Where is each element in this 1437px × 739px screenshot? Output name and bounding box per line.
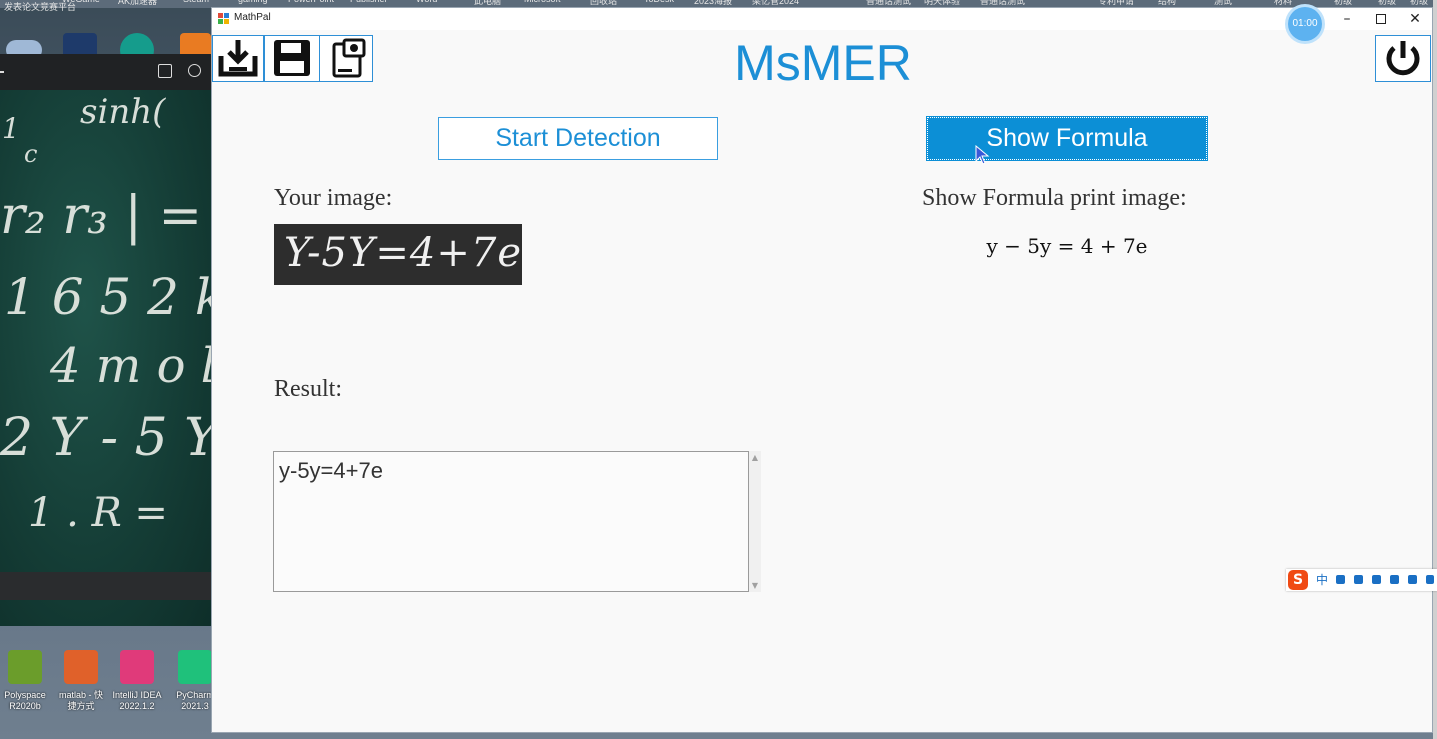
photo-viewer-window[interactable]: sinh( 1 c r₂ r₃ | = 1 6 5 2 k 4 m o l 2 Y - 5 … — [0, 54, 211, 626]
chalk-writing: c — [24, 140, 38, 168]
desktop-top-label[interactable]: 2023海报 — [694, 0, 732, 7]
app-heading: MsMER — [734, 35, 912, 91]
desktop-icon-label: IntelliJ IDEA 2022.1.2 — [112, 690, 162, 711]
result-text: y-5y=4+7e — [279, 458, 383, 483]
ime-more-icon[interactable] — [1426, 575, 1434, 584]
ime-skin-icon[interactable] — [1390, 575, 1399, 584]
desktop-top-label[interactable]: Steam — [183, 0, 209, 4]
chalk-writing: 2 Y - 5 Y = — [0, 408, 211, 468]
window-title: MathPal — [234, 12, 271, 23]
ime-punct-icon[interactable] — [1336, 575, 1345, 584]
mathpal-app-icon — [218, 13, 229, 24]
chalk-writing: 1 — [2, 112, 20, 145]
ime-toolbox-icon[interactable] — [1408, 575, 1417, 584]
ime-mic-icon[interactable] — [1354, 575, 1363, 584]
desktop-top-label[interactable]: AK加速器 — [118, 0, 157, 7]
desktop-top-label[interactable]: Publisher — [350, 0, 388, 4]
chalk-writing: r₂ r₃ | = — [0, 186, 203, 246]
desktop-right-edge — [1433, 0, 1437, 739]
power-button[interactable] — [1375, 35, 1431, 82]
polyspace-icon[interactable] — [8, 650, 42, 684]
result-textarea[interactable]: y-5y=4+7e — [273, 451, 749, 592]
desktop-top-label[interactable]: 测试 — [1214, 0, 1232, 7]
desktop-icon-label: matlab - 快捷方式 — [58, 690, 103, 711]
desktop-top-label[interactable]: 此电脑 — [474, 0, 501, 7]
desktop-top-label[interactable]: gaming — [238, 0, 268, 4]
desktop-top-label[interactable]: Word — [416, 0, 437, 4]
chalk-writing: 1 . R = — [28, 490, 168, 536]
desktop-top-label[interactable]: 明天体验 — [924, 0, 960, 7]
photo-viewer-toolbar — [0, 54, 211, 90]
desktop-top-label[interactable]: 初级 — [1334, 0, 1352, 7]
result-scrollbar[interactable]: ▲ ▼ — [749, 451, 761, 592]
desktop-top-label[interactable]: 普通话测试 — [866, 0, 911, 7]
scroll-up-icon[interactable]: ▲ — [749, 453, 761, 462]
minimize-icon: – — [1343, 11, 1351, 27]
ime-chinese-mode[interactable]: 中 — [1316, 571, 1328, 588]
ime-toolbar[interactable]: S 中 — [1286, 569, 1437, 591]
bar-dash-icon — [0, 71, 4, 73]
power-icon — [1386, 41, 1420, 76]
close-button[interactable]: ✕ — [1398, 8, 1432, 30]
desktop-top-label[interactable]: 专利申请 — [1098, 0, 1134, 7]
window-titlebar: MathPal – ✕ — [212, 8, 1432, 30]
close-icon: ✕ — [1409, 11, 1421, 27]
desktop-top-label[interactable]: 普通话测试 — [980, 0, 1025, 7]
mathpal-window: MathPal – ✕ MsMER Start Detection Show F… — [211, 7, 1433, 733]
ime-keyboard-icon[interactable] — [1372, 575, 1381, 584]
maximize-icon — [1376, 14, 1386, 24]
desktop-top-label[interactable]: ToDesk — [644, 0, 674, 4]
desktop-top-label[interactable]: Microsoft — [524, 0, 561, 4]
show-formula-print-label: Show Formula print image: — [922, 185, 1187, 211]
pycharm-icon[interactable] — [178, 650, 212, 684]
scroll-down-icon[interactable]: ▼ — [749, 581, 761, 590]
edit-icon[interactable] — [158, 64, 172, 78]
desktop-top-label[interactable]: 结构 — [1158, 0, 1176, 7]
desktop-icon-label: Polyspace R2020b — [4, 690, 46, 711]
chalkboard-photo: sinh( 1 c r₂ r₃ | = 1 6 5 2 k 4 m o l 2 Y - 5 … — [0, 90, 211, 626]
input-image-handwriting: Y-5Y=4+7e — [284, 230, 522, 276]
desktop-top-label[interactable]: 回收站 — [590, 0, 617, 7]
show-formula-button[interactable]: Show Formula — [926, 116, 1208, 161]
input-formula-image: Y-5Y=4+7e — [274, 224, 522, 285]
photo-viewer-footer — [0, 572, 211, 600]
mouse-cursor-icon — [975, 145, 990, 165]
desktop-top-label[interactable]: WeGame — [62, 0, 100, 4]
chalk-writing: sinh( — [80, 92, 166, 132]
matlab-icon[interactable] — [64, 650, 98, 684]
desktop-top-label[interactable]: 梁亿管2024 — [752, 0, 799, 7]
sogou-ime-icon[interactable]: S — [1288, 570, 1308, 590]
intellij-icon[interactable] — [120, 650, 154, 684]
rotate-icon[interactable] — [188, 64, 201, 77]
rendered-formula: y − 5y = 4 + 7e — [986, 234, 1148, 258]
desktop-top-label[interactable]: PowerPoint — [288, 0, 334, 4]
chalk-writing: 1 6 5 2 k — [4, 268, 211, 326]
minimize-button[interactable]: – — [1330, 8, 1364, 30]
timer-badge[interactable]: 01:00 — [1288, 7, 1322, 41]
your-image-label: Your image: — [274, 185, 393, 211]
chalk-writing: 4 m o l — [50, 338, 211, 394]
start-detection-button[interactable]: Start Detection — [438, 117, 718, 160]
maximize-button[interactable] — [1364, 8, 1398, 30]
result-label: Result: — [274, 376, 343, 402]
desktop-top-label[interactable]: 初级 — [1378, 0, 1396, 7]
desktop-top-label[interactable]: 初级 — [1410, 0, 1428, 7]
desktop-top-label[interactable]: 材料 — [1274, 0, 1292, 7]
